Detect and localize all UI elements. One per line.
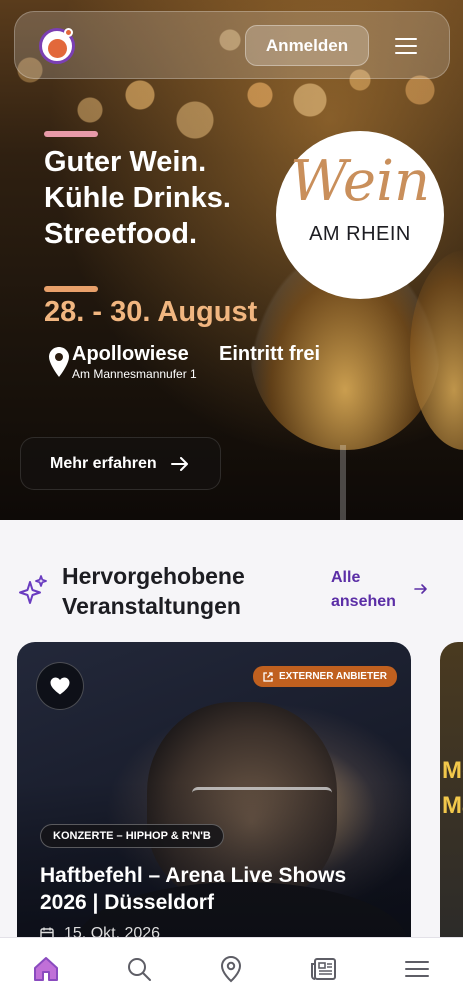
login-button[interactable]: Anmelden	[245, 25, 369, 66]
event-card-next[interactable]: Mo Ma	[440, 642, 463, 962]
event-logo-badge: Wein AM RHEIN	[276, 131, 444, 299]
basketball-logo-icon[interactable]	[39, 28, 75, 64]
favorite-button[interactable]	[36, 662, 84, 710]
search-icon	[127, 958, 151, 981]
heart-icon	[50, 677, 70, 695]
view-all-line-1: Alle	[331, 569, 361, 586]
headline-line-2: Kühle Drinks.	[44, 182, 231, 214]
hero-banner: Anmelden Guter Wein. Kühle Drinks. Stree…	[0, 0, 463, 520]
wine-glass-stem	[340, 445, 346, 520]
section-title-line-1: Hervorgehobene	[62, 563, 245, 589]
hero-headline: Guter Wein. Kühle Drinks. Streetfood.	[44, 144, 304, 252]
location-address: Am Mannesmannufer 1	[72, 367, 197, 381]
arrow-right-icon	[170, 456, 188, 471]
location-pin-icon	[49, 347, 69, 377]
event-card[interactable]: EXTERNER ANBIETER KONZERTE – HIPHOP & R'…	[17, 642, 411, 962]
section-title: Hervorgehobene Veranstaltungen	[62, 561, 312, 621]
external-provider-label: EXTERNER ANBIETER	[279, 671, 387, 682]
more-info-label: Mehr erfahren	[50, 454, 157, 472]
date-accent-bar	[44, 286, 98, 292]
view-all-link[interactable]: Alle ansehen	[331, 566, 396, 614]
badge-script-text: Wein	[289, 149, 431, 214]
event-dates: 28. - 30. August	[44, 296, 258, 328]
nav-home[interactable]	[26, 949, 66, 989]
home-icon	[34, 957, 59, 981]
headline-line-1: Guter Wein.	[44, 146, 207, 178]
headline-line-3: Streetfood.	[44, 218, 198, 250]
nav-menu[interactable]	[397, 949, 437, 989]
wine-glass-image-2	[410, 250, 463, 450]
event-title: Haftbefehl – Arena Live Shows 2026 | Düs…	[40, 864, 347, 914]
bottom-navigation	[0, 937, 463, 1000]
top-navigation-bar: Anmelden	[14, 11, 450, 79]
external-link-icon	[263, 671, 273, 682]
next-card-text-2: Ma	[442, 792, 463, 819]
map-pin-icon	[221, 955, 242, 983]
accent-bar	[44, 131, 98, 137]
view-all-line-2: ansehen	[331, 593, 396, 610]
news-icon	[311, 958, 337, 980]
arrow-right-icon[interactable]	[414, 583, 428, 595]
badge-subtitle: AM RHEIN	[309, 223, 411, 245]
category-tag: KONZERTE – HIPHOP & R'N'B	[40, 824, 224, 848]
more-info-button[interactable]: Mehr erfahren	[20, 437, 221, 490]
sparkles-icon	[19, 575, 47, 604]
nav-search[interactable]	[119, 949, 159, 989]
location-name: Apollowiese	[72, 343, 189, 365]
hamburger-menu-icon[interactable]	[395, 36, 419, 56]
next-card-text-1: Mo	[442, 757, 463, 784]
menu-icon	[404, 961, 429, 977]
nav-news[interactable]	[304, 949, 344, 989]
nav-map[interactable]	[211, 949, 251, 989]
section-title-line-2: Veranstaltungen	[62, 593, 241, 619]
entry-info: Eintritt frei	[219, 343, 321, 365]
external-provider-badge: EXTERNER ANBIETER	[253, 666, 397, 687]
